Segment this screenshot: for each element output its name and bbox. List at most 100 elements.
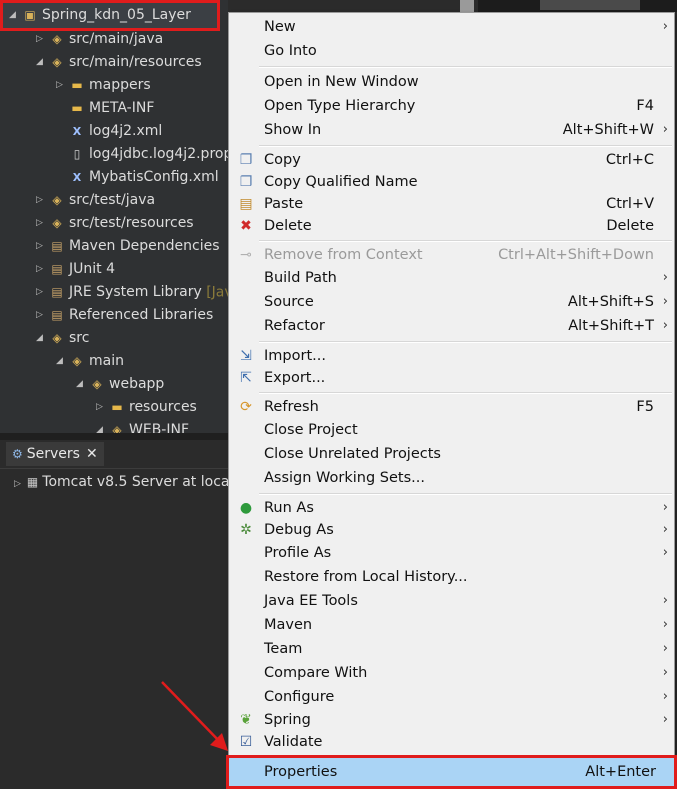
menu-item-paste[interactable]: ▤ Paste Ctrl+V — [231, 192, 672, 216]
menu-item-assign-working-sets[interactable]: Assign Working Sets... — [231, 466, 672, 490]
menu-item-import[interactable]: ⇲ Import... — [231, 344, 672, 368]
menu-item-copy-qualified-name[interactable]: ❐ Copy Qualified Name — [231, 170, 672, 194]
menu-item-shortcut: F4 — [636, 98, 654, 114]
tree-item-main[interactable]: ◢ ◈ main — [56, 350, 124, 373]
tree-item-log4jdbc-props[interactable]: ▯ log4jdbc.log4j2.prop — [56, 143, 228, 166]
tree-item-mappers[interactable]: ▷ ▬ mappers — [56, 74, 151, 97]
menu-item-label: Restore from Local History... — [264, 569, 468, 585]
collapse-arrow-icon[interactable]: ▷ — [14, 479, 21, 489]
menu-item-spring[interactable]: ❦ Spring › — [231, 708, 672, 732]
menu-item-open-type-hierarchy[interactable]: Open Type Hierarchy F4 — [231, 94, 672, 118]
collapse-arrow-icon[interactable]: ▷ — [36, 189, 48, 212]
tree-item-junit4[interactable]: ▷ ▤ JUnit 4 — [36, 258, 115, 281]
xml-file-icon: X — [72, 125, 82, 138]
menu-item-shortcut: Alt+Shift+S — [567, 294, 654, 310]
menu-item-shortcut: Ctrl+Alt+Shift+Down — [498, 247, 654, 263]
menu-item-build-path[interactable]: Build Path › — [231, 266, 672, 290]
servers-tab-bar: ⚙ Servers ✕ — [0, 440, 228, 469]
tree-item-meta-inf[interactable]: ▬ META-INF — [56, 97, 154, 120]
menu-item-maven[interactable]: Maven › — [231, 613, 672, 637]
menu-item-close-unrelated-projects[interactable]: Close Unrelated Projects — [231, 442, 672, 466]
menu-item-open-in-new-window[interactable]: Open in New Window — [231, 70, 672, 94]
menu-item-run-as[interactable]: ● Run As › — [231, 496, 672, 520]
project-explorer-tree: ◢ ▣ Spring_kdn_05_Layer ▷ ◈ src/main/java ◢ ◈… — [0, 0, 228, 433]
menu-item-restore-from-local-history[interactable]: Restore from Local History... — [231, 565, 672, 589]
menu-item-copy[interactable]: ❐ Copy Ctrl+C — [231, 148, 672, 172]
menu-item-profile-as[interactable]: Profile As › — [231, 541, 672, 565]
collapse-arrow-icon[interactable]: ▷ — [36, 281, 48, 304]
tree-item-web-inf[interactable]: ◢ ◈ WEB-INF — [96, 419, 189, 433]
menu-item-compare-with[interactable]: Compare With › — [231, 661, 672, 685]
menu-item-go-into[interactable]: Go Into — [231, 39, 672, 63]
expand-arrow-icon[interactable]: ◢ — [36, 51, 48, 74]
project-root-item[interactable]: ◢ ▣ Spring_kdn_05_Layer — [0, 0, 220, 31]
tree-item-label: META-INF — [89, 100, 155, 116]
collapse-arrow-icon[interactable]: ▷ — [36, 235, 48, 258]
menu-item-shortcut: Ctrl+C — [605, 152, 654, 168]
tree-item-src-test-java[interactable]: ▷ ◈ src/test/java — [36, 189, 155, 212]
tree-item-webapp[interactable]: ◢ ◈ webapp — [76, 373, 164, 396]
server-item-tomcat[interactable]: ▷ ▦ Tomcat v8.5 Server at loca — [14, 471, 229, 494]
export-icon: ⇱ — [240, 370, 252, 386]
menu-item-source[interactable]: Source Alt+Shift+S › — [231, 290, 672, 314]
menu-item-label: Profile As — [264, 545, 332, 561]
collapse-arrow-icon[interactable]: ▷ — [36, 304, 48, 327]
package-folder-icon: ◈ — [52, 216, 62, 230]
expand-arrow-icon[interactable]: ◢ — [96, 419, 108, 433]
menu-item-label: Refactor — [264, 318, 325, 334]
menu-item-label: Show In — [264, 122, 322, 138]
tree-item-maven-dependencies[interactable]: ▷ ▤ Maven Dependencies — [36, 235, 220, 258]
tree-item-log4j2-xml[interactable]: Xlog4j2.xml — [56, 120, 163, 143]
menu-item-refresh[interactable]: ⟳ Refresh F5 — [231, 395, 672, 419]
menu-item-validate[interactable]: ☑ Validate — [231, 730, 672, 754]
menu-separator — [259, 341, 672, 343]
menu-item-configure[interactable]: Configure › — [231, 685, 672, 709]
menu-item-shortcut: Ctrl+V — [606, 196, 654, 212]
collapse-arrow-icon[interactable]: ▷ — [96, 396, 108, 419]
menu-item-show-in[interactable]: Show In Alt+Shift+W › — [231, 118, 672, 142]
tree-item-label: log4jdbc.log4j2.prop — [89, 146, 228, 162]
expand-arrow-icon[interactable]: ◢ — [9, 4, 21, 27]
tree-item-src-main-resources[interactable]: ◢ ◈ src/main/resources — [36, 51, 202, 74]
tree-item-src-main-java[interactable]: ▷ ◈ src/main/java — [36, 28, 163, 51]
menu-item-label: Copy Qualified Name — [264, 174, 418, 190]
menu-item-java-ee-tools[interactable]: Java EE Tools › — [231, 589, 672, 613]
tree-item-jre-system-library[interactable]: ▷▤ JRE System Library [Jav — [36, 281, 228, 304]
tree-item-referenced-libraries[interactable]: ▷ ▤ Referenced Libraries — [36, 304, 213, 327]
context-menu: New › Go Into Open in New Window Open Ty… — [228, 12, 675, 789]
menu-item-close-project[interactable]: Close Project — [231, 418, 672, 442]
menu-item-label: Team — [264, 641, 303, 657]
expand-arrow-icon[interactable]: ◢ — [76, 373, 88, 396]
submenu-arrow-icon: › — [662, 593, 668, 608]
tree-item-src[interactable]: ◢ ◈ src — [36, 327, 89, 350]
tree-item-label: JRE System Library — [69, 284, 202, 300]
collapse-arrow-icon[interactable]: ▷ — [36, 28, 48, 51]
tab-servers[interactable]: ⚙ Servers ✕ — [6, 442, 104, 466]
menu-item-delete[interactable]: ✖ Delete Delete — [231, 214, 672, 238]
tree-item-mybatisconfig-xml[interactable]: X MybatisConfig.xml — [56, 166, 219, 189]
tree-item-label: resources — [129, 399, 197, 415]
menu-item-label: Close Project — [264, 422, 358, 438]
submenu-arrow-icon: › — [662, 665, 668, 680]
collapse-arrow-icon[interactable]: ▷ — [56, 74, 68, 97]
menu-item-new[interactable]: New › — [231, 15, 672, 39]
menu-item-label: Build Path — [264, 270, 337, 286]
tree-item-resources[interactable]: ▷ ▬ resources — [96, 396, 197, 419]
menu-item-remove-from-context[interactable]: ⊸ Remove from Context Ctrl+Alt+Shift+Dow… — [231, 243, 672, 267]
menu-item-team[interactable]: Team › — [231, 637, 672, 661]
menu-item-refactor[interactable]: Refactor Alt+Shift+T › — [231, 314, 672, 338]
expand-arrow-icon[interactable]: ◢ — [56, 350, 68, 373]
menu-item-properties[interactable]: Properties Alt+Enter — [229, 756, 674, 788]
menu-item-label: Compare With — [264, 665, 368, 681]
collapse-arrow-icon[interactable]: ▷ — [36, 212, 48, 235]
copy-qualified-icon: ❐ — [239, 174, 253, 190]
menu-item-export[interactable]: ⇱ Export... — [231, 366, 672, 390]
tree-item-label: JUnit 4 — [69, 261, 115, 277]
close-icon[interactable]: ✕ — [86, 446, 98, 462]
tree-item-label: Referenced Libraries — [69, 307, 214, 323]
collapse-arrow-icon[interactable]: ▷ — [36, 258, 48, 281]
menu-item-debug-as[interactable]: ✲ Debug As › — [231, 518, 672, 542]
expand-arrow-icon[interactable]: ◢ — [36, 327, 48, 350]
package-folder-icon: ◈ — [52, 193, 62, 207]
tree-item-src-test-resources[interactable]: ▷ ◈ src/test/resources — [36, 212, 194, 235]
